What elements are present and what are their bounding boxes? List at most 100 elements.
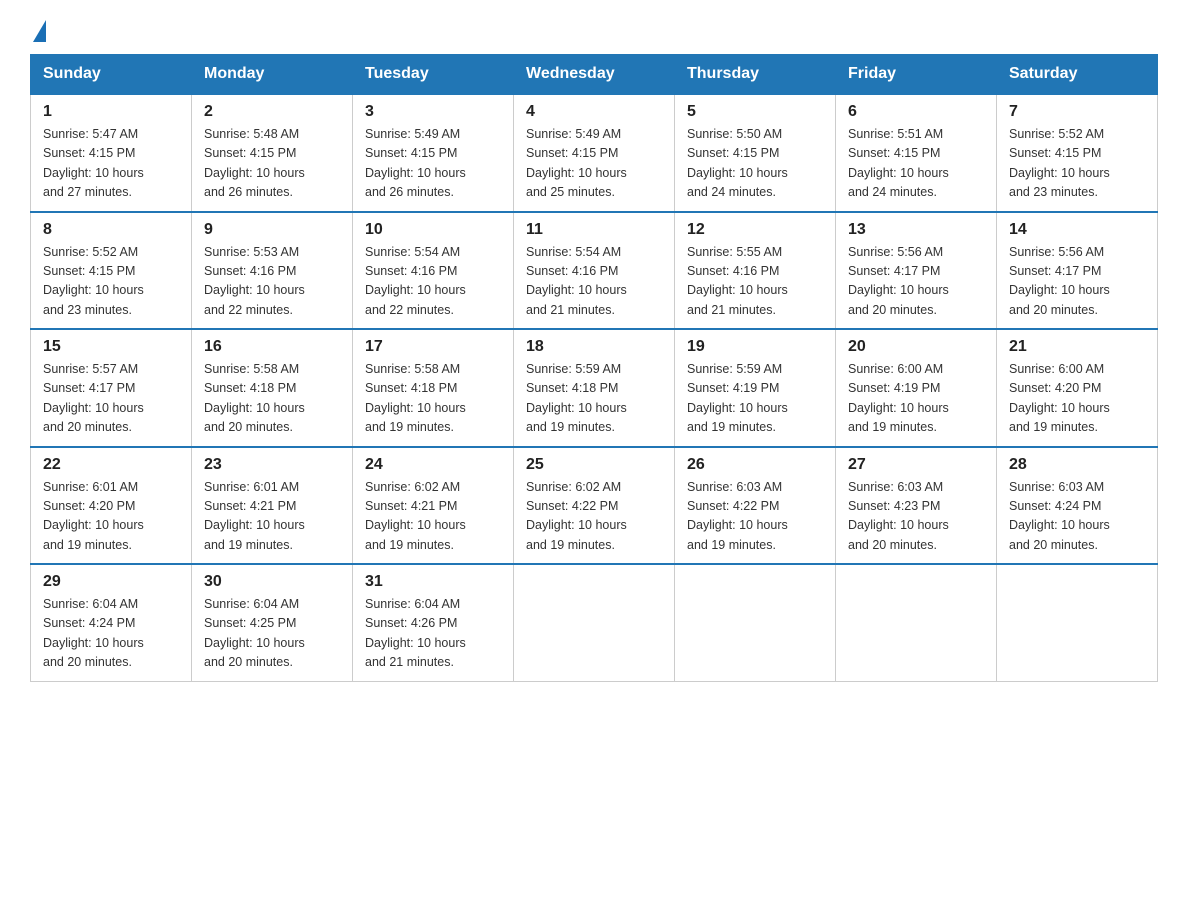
day-info: Sunrise: 6:04 AM Sunset: 4:25 PM Dayligh… <box>204 595 340 673</box>
weekday-header-saturday: Saturday <box>997 55 1158 95</box>
day-number: 18 <box>526 338 662 356</box>
logo <box>30 20 46 42</box>
day-number: 24 <box>365 456 501 474</box>
calendar-cell: 22 Sunrise: 6:01 AM Sunset: 4:20 PM Dayl… <box>31 447 192 565</box>
day-info: Sunrise: 5:58 AM Sunset: 4:18 PM Dayligh… <box>365 360 501 438</box>
day-info: Sunrise: 6:00 AM Sunset: 4:20 PM Dayligh… <box>1009 360 1145 438</box>
day-info: Sunrise: 6:01 AM Sunset: 4:20 PM Dayligh… <box>43 478 179 556</box>
day-number: 5 <box>687 103 823 121</box>
day-number: 19 <box>687 338 823 356</box>
day-info: Sunrise: 5:55 AM Sunset: 4:16 PM Dayligh… <box>687 243 823 321</box>
day-info: Sunrise: 5:47 AM Sunset: 4:15 PM Dayligh… <box>43 125 179 203</box>
weekday-header-row: SundayMondayTuesdayWednesdayThursdayFrid… <box>31 55 1158 95</box>
day-number: 3 <box>365 103 501 121</box>
day-info: Sunrise: 5:59 AM Sunset: 4:18 PM Dayligh… <box>526 360 662 438</box>
weekday-header-monday: Monday <box>192 55 353 95</box>
calendar-cell <box>997 564 1158 681</box>
day-number: 26 <box>687 456 823 474</box>
logo-triangle-icon <box>33 20 46 42</box>
calendar-cell <box>836 564 997 681</box>
day-info: Sunrise: 5:50 AM Sunset: 4:15 PM Dayligh… <box>687 125 823 203</box>
calendar-cell: 3 Sunrise: 5:49 AM Sunset: 4:15 PM Dayli… <box>353 94 514 212</box>
calendar-cell: 26 Sunrise: 6:03 AM Sunset: 4:22 PM Dayl… <box>675 447 836 565</box>
calendar-cell: 9 Sunrise: 5:53 AM Sunset: 4:16 PM Dayli… <box>192 212 353 330</box>
day-number: 21 <box>1009 338 1145 356</box>
day-info: Sunrise: 6:03 AM Sunset: 4:24 PM Dayligh… <box>1009 478 1145 556</box>
week-row-2: 8 Sunrise: 5:52 AM Sunset: 4:15 PM Dayli… <box>31 212 1158 330</box>
calendar-cell: 24 Sunrise: 6:02 AM Sunset: 4:21 PM Dayl… <box>353 447 514 565</box>
day-number: 13 <box>848 221 984 239</box>
day-info: Sunrise: 6:02 AM Sunset: 4:21 PM Dayligh… <box>365 478 501 556</box>
day-number: 7 <box>1009 103 1145 121</box>
calendar-cell: 19 Sunrise: 5:59 AM Sunset: 4:19 PM Dayl… <box>675 329 836 447</box>
day-number: 4 <box>526 103 662 121</box>
day-number: 8 <box>43 221 179 239</box>
calendar-cell: 27 Sunrise: 6:03 AM Sunset: 4:23 PM Dayl… <box>836 447 997 565</box>
day-number: 22 <box>43 456 179 474</box>
calendar-cell: 5 Sunrise: 5:50 AM Sunset: 4:15 PM Dayli… <box>675 94 836 212</box>
calendar-cell: 25 Sunrise: 6:02 AM Sunset: 4:22 PM Dayl… <box>514 447 675 565</box>
calendar-cell <box>514 564 675 681</box>
calendar-cell: 6 Sunrise: 5:51 AM Sunset: 4:15 PM Dayli… <box>836 94 997 212</box>
calendar-cell: 15 Sunrise: 5:57 AM Sunset: 4:17 PM Dayl… <box>31 329 192 447</box>
calendar-cell: 28 Sunrise: 6:03 AM Sunset: 4:24 PM Dayl… <box>997 447 1158 565</box>
calendar-cell: 23 Sunrise: 6:01 AM Sunset: 4:21 PM Dayl… <box>192 447 353 565</box>
day-info: Sunrise: 5:56 AM Sunset: 4:17 PM Dayligh… <box>1009 243 1145 321</box>
day-number: 28 <box>1009 456 1145 474</box>
day-info: Sunrise: 6:04 AM Sunset: 4:26 PM Dayligh… <box>365 595 501 673</box>
calendar-cell: 31 Sunrise: 6:04 AM Sunset: 4:26 PM Dayl… <box>353 564 514 681</box>
day-number: 12 <box>687 221 823 239</box>
day-number: 27 <box>848 456 984 474</box>
day-info: Sunrise: 5:59 AM Sunset: 4:19 PM Dayligh… <box>687 360 823 438</box>
day-number: 16 <box>204 338 340 356</box>
day-number: 31 <box>365 573 501 591</box>
calendar-cell: 2 Sunrise: 5:48 AM Sunset: 4:15 PM Dayli… <box>192 94 353 212</box>
day-info: Sunrise: 6:03 AM Sunset: 4:22 PM Dayligh… <box>687 478 823 556</box>
day-number: 29 <box>43 573 179 591</box>
day-number: 20 <box>848 338 984 356</box>
calendar-cell: 7 Sunrise: 5:52 AM Sunset: 4:15 PM Dayli… <box>997 94 1158 212</box>
calendar-cell: 1 Sunrise: 5:47 AM Sunset: 4:15 PM Dayli… <box>31 94 192 212</box>
day-info: Sunrise: 5:48 AM Sunset: 4:15 PM Dayligh… <box>204 125 340 203</box>
day-info: Sunrise: 5:49 AM Sunset: 4:15 PM Dayligh… <box>365 125 501 203</box>
calendar-cell: 13 Sunrise: 5:56 AM Sunset: 4:17 PM Dayl… <box>836 212 997 330</box>
day-info: Sunrise: 5:57 AM Sunset: 4:17 PM Dayligh… <box>43 360 179 438</box>
day-number: 25 <box>526 456 662 474</box>
day-info: Sunrise: 6:01 AM Sunset: 4:21 PM Dayligh… <box>204 478 340 556</box>
day-info: Sunrise: 6:04 AM Sunset: 4:24 PM Dayligh… <box>43 595 179 673</box>
page-header <box>30 20 1158 42</box>
week-row-1: 1 Sunrise: 5:47 AM Sunset: 4:15 PM Dayli… <box>31 94 1158 212</box>
weekday-header-thursday: Thursday <box>675 55 836 95</box>
day-info: Sunrise: 5:58 AM Sunset: 4:18 PM Dayligh… <box>204 360 340 438</box>
week-row-4: 22 Sunrise: 6:01 AM Sunset: 4:20 PM Dayl… <box>31 447 1158 565</box>
calendar-cell: 11 Sunrise: 5:54 AM Sunset: 4:16 PM Dayl… <box>514 212 675 330</box>
calendar-cell: 4 Sunrise: 5:49 AM Sunset: 4:15 PM Dayli… <box>514 94 675 212</box>
calendar-table: SundayMondayTuesdayWednesdayThursdayFrid… <box>30 54 1158 682</box>
day-number: 23 <box>204 456 340 474</box>
calendar-cell: 21 Sunrise: 6:00 AM Sunset: 4:20 PM Dayl… <box>997 329 1158 447</box>
calendar-cell: 10 Sunrise: 5:54 AM Sunset: 4:16 PM Dayl… <box>353 212 514 330</box>
day-info: Sunrise: 5:54 AM Sunset: 4:16 PM Dayligh… <box>365 243 501 321</box>
weekday-header-wednesday: Wednesday <box>514 55 675 95</box>
calendar-cell <box>675 564 836 681</box>
day-info: Sunrise: 6:00 AM Sunset: 4:19 PM Dayligh… <box>848 360 984 438</box>
day-number: 30 <box>204 573 340 591</box>
calendar-cell: 29 Sunrise: 6:04 AM Sunset: 4:24 PM Dayl… <box>31 564 192 681</box>
calendar-cell: 30 Sunrise: 6:04 AM Sunset: 4:25 PM Dayl… <box>192 564 353 681</box>
day-info: Sunrise: 5:53 AM Sunset: 4:16 PM Dayligh… <box>204 243 340 321</box>
day-number: 11 <box>526 221 662 239</box>
calendar-cell: 14 Sunrise: 5:56 AM Sunset: 4:17 PM Dayl… <box>997 212 1158 330</box>
day-info: Sunrise: 5:56 AM Sunset: 4:17 PM Dayligh… <box>848 243 984 321</box>
day-info: Sunrise: 6:02 AM Sunset: 4:22 PM Dayligh… <box>526 478 662 556</box>
calendar-cell: 8 Sunrise: 5:52 AM Sunset: 4:15 PM Dayli… <box>31 212 192 330</box>
day-number: 14 <box>1009 221 1145 239</box>
week-row-5: 29 Sunrise: 6:04 AM Sunset: 4:24 PM Dayl… <box>31 564 1158 681</box>
calendar-cell: 17 Sunrise: 5:58 AM Sunset: 4:18 PM Dayl… <box>353 329 514 447</box>
calendar-cell: 18 Sunrise: 5:59 AM Sunset: 4:18 PM Dayl… <box>514 329 675 447</box>
day-info: Sunrise: 5:52 AM Sunset: 4:15 PM Dayligh… <box>1009 125 1145 203</box>
day-number: 9 <box>204 221 340 239</box>
weekday-header-tuesday: Tuesday <box>353 55 514 95</box>
day-number: 17 <box>365 338 501 356</box>
calendar-cell: 12 Sunrise: 5:55 AM Sunset: 4:16 PM Dayl… <box>675 212 836 330</box>
weekday-header-sunday: Sunday <box>31 55 192 95</box>
